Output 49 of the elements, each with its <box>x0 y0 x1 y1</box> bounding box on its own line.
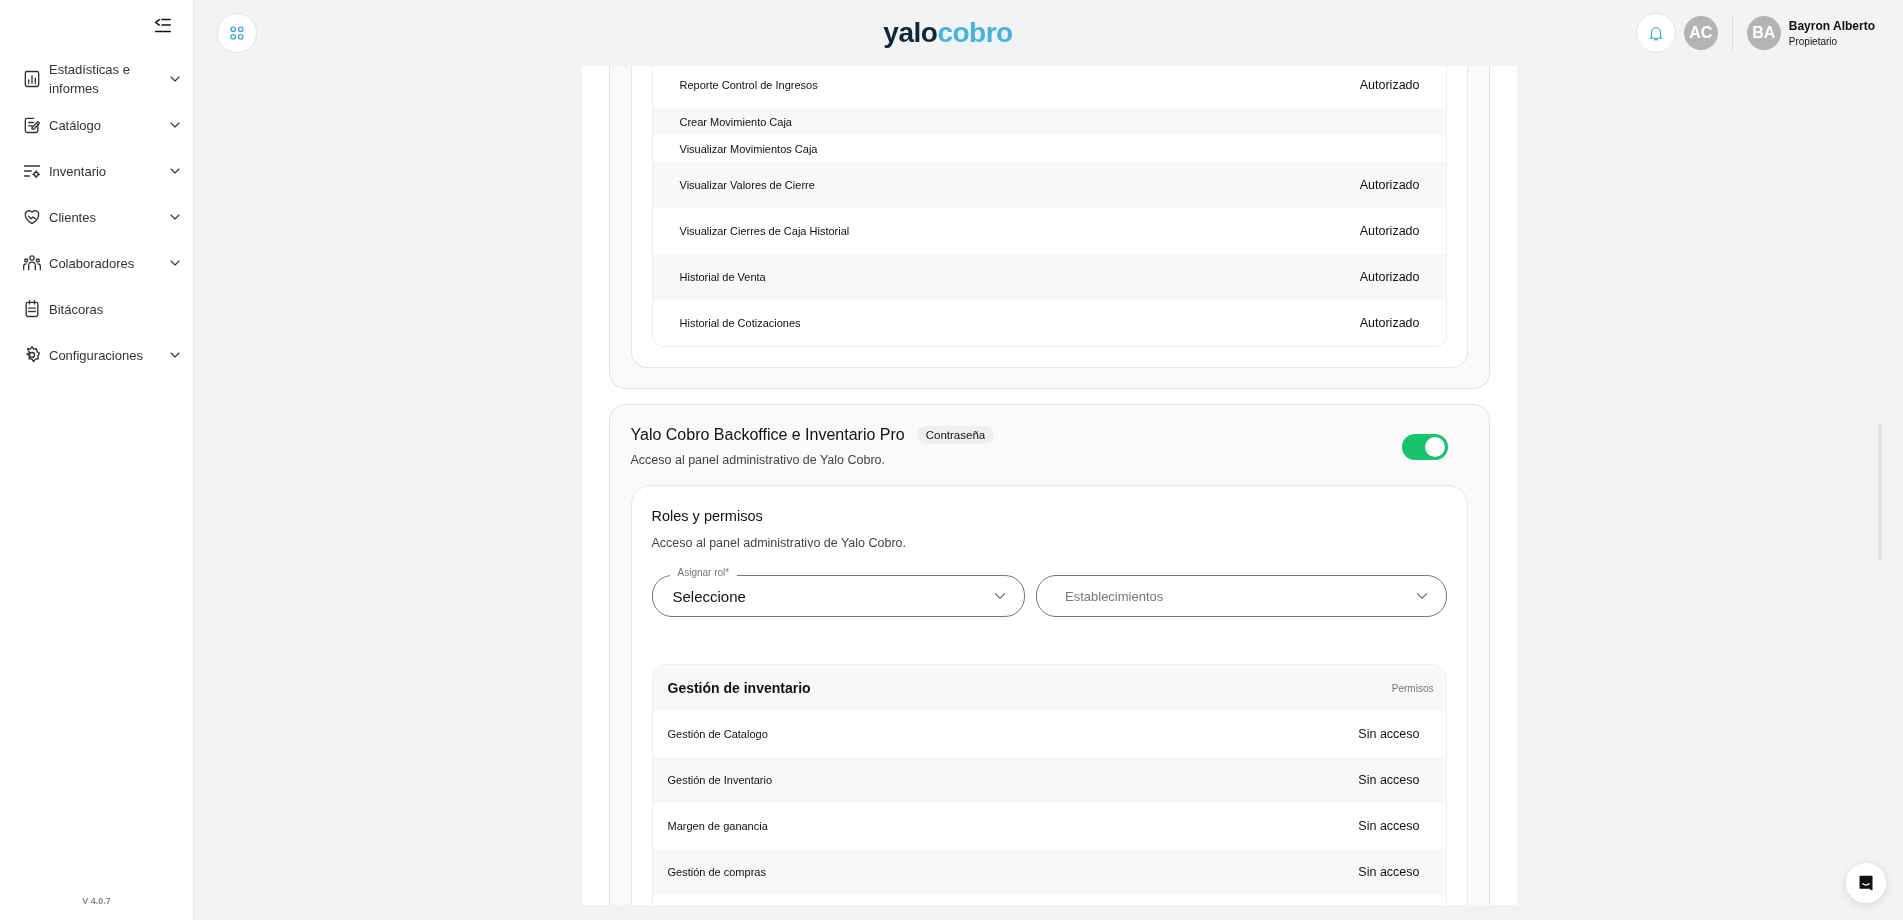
sidebar-item[interactable]: Colaboradores <box>22 243 183 283</box>
permission-label: Historial de Venta <box>679 271 766 283</box>
logo: yalocobro <box>883 17 1013 49</box>
permission-value: Autorizado <box>1359 316 1420 330</box>
permission-value: Autorizado <box>1359 270 1420 284</box>
chat-button[interactable] <box>1846 863 1886 903</box>
version-label: V 4.0.7 <box>82 896 111 906</box>
column-header: Permisos <box>1391 682 1434 694</box>
sidebar-item[interactable]: Configuraciones <box>22 335 183 375</box>
permission-label: Reporte Control de Ingresos <box>679 79 818 91</box>
permission-label: Gestión de Catalogo <box>667 728 768 740</box>
notifications-button[interactable] <box>1635 13 1676 53</box>
permission-label: Crear Movimiento Caja <box>679 115 792 128</box>
sidebar-item[interactable]: Estadísticas e informes <box>22 59 183 99</box>
apps-button[interactable] <box>217 13 257 53</box>
permission-label: Historial de Cotizaciones <box>679 317 801 329</box>
permission-value: Sin acceso <box>1358 819 1420 833</box>
sidebar-item[interactable]: Inventario <box>22 151 183 191</box>
section-title: Roles y permisos <box>651 507 764 524</box>
permission-value: Autorizado <box>1359 78 1420 92</box>
permission-value: Autorizado <box>1359 224 1420 238</box>
sidebar-item[interactable]: Catálogo <box>22 105 183 145</box>
people-icon <box>22 253 42 273</box>
permission-label: Visualizar Valores de Cierre <box>679 179 815 191</box>
table-title: Gestión de inventario <box>667 680 811 696</box>
field-label: Asignar rol* <box>669 567 738 578</box>
sidebar-item[interactable]: Clientes <box>22 197 183 237</box>
sidebar-item[interactable]: Bitácoras <box>22 289 183 329</box>
permission-label: Margen de ganancia <box>667 820 768 832</box>
badge: Contraseña <box>916 426 995 444</box>
user-role: Propietario <box>1788 36 1839 47</box>
apps-icon <box>228 24 246 42</box>
permission-label: Visualizar Movimientos Caja <box>679 142 818 155</box>
permission-label: Gestión de compras <box>667 866 766 878</box>
app-title: Yalo Cobro Backoffice e Inventario Pro <box>630 426 905 444</box>
establishments-select[interactable]: Establecimientos <box>1036 575 1447 617</box>
toggle-switch[interactable] <box>1401 433 1448 460</box>
user-name: Bayron Alberto <box>1788 19 1875 33</box>
heart-icon <box>22 207 42 227</box>
permission-value: Sin acceso <box>1358 727 1420 741</box>
edit-icon <box>22 115 42 135</box>
permission-label: Visualizar Cierres de Caja Historial <box>679 225 850 237</box>
app-description: Acceso al panel administrativo de Yalo Cobro. <box>630 453 887 467</box>
permission-value: Sin acceso <box>1358 773 1420 787</box>
permission-label: Gestión de Inventario <box>667 774 773 786</box>
permission-value: Sin acceso <box>1358 865 1420 879</box>
permission-value: Autorizado <box>1359 178 1420 192</box>
chart-icon <box>22 69 42 89</box>
section-description: Acceso al panel administrativo de Yalo Cobro. <box>651 536 908 550</box>
